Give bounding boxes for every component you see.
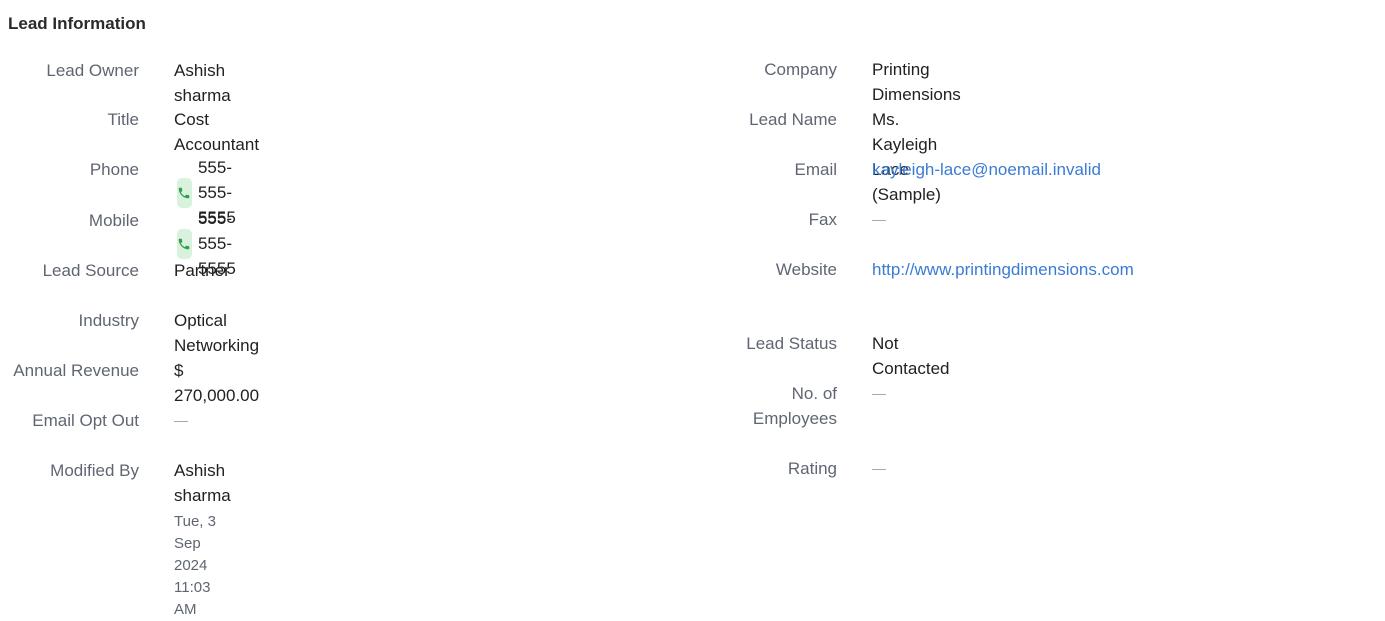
field-label: Email Opt Out (32, 411, 139, 430)
field-label: Industry (78, 311, 139, 330)
annual-revenue-value[interactable]: $ 270,000.00 (174, 358, 259, 408)
rating-value[interactable]: — (872, 456, 886, 481)
phone-icon[interactable] (177, 228, 192, 259)
field-label: Modified By (50, 461, 139, 480)
field-label: Lead Name (749, 110, 837, 129)
phone-icon[interactable] (177, 177, 192, 208)
modified-by-user: Ashish sharma (174, 461, 231, 505)
field-no-of-employees: No. of Employees — (692, 381, 886, 431)
field-industry: Industry Optical Networking (0, 308, 260, 358)
field-email: Email kayleigh-lace@noemail.invalid (692, 157, 1162, 183)
company-value[interactable]: Printing Dimensions (872, 57, 961, 107)
email-opt-out-value[interactable]: — (174, 408, 188, 433)
field-label: Phone (89, 160, 139, 179)
lead-status-value[interactable]: Not Contacted (872, 331, 950, 381)
title-value[interactable]: Cost Accountant (174, 107, 259, 157)
field-email-opt-out: Email Opt Out — (0, 408, 188, 433)
lead-source-value[interactable]: Partner (174, 258, 230, 283)
field-label: No. of Employees (752, 384, 837, 428)
field-label: Lead Source (42, 261, 139, 280)
fax-value[interactable]: — (872, 207, 886, 232)
section-title: Lead Information (8, 14, 146, 33)
field-label: Lead Status (746, 334, 837, 353)
field-lead-owner: Lead Owner Ashish sharma (0, 58, 231, 108)
field-modified-by: Modified By Ashish sharma Tue, 3 Sep 202… (0, 458, 231, 621)
modified-timestamp: Tue, 3 Sep 2024 11:03 AM (174, 513, 216, 618)
field-annual-revenue: Annual Revenue $ 270,000.00 (0, 358, 259, 408)
field-fax: Fax — (692, 207, 886, 232)
field-label: Email (794, 160, 837, 179)
no-of-employees-value[interactable]: — (872, 381, 886, 406)
modified-by-value: Ashish sharma Tue, 3 Sep 2024 11:03 AM (174, 458, 231, 621)
field-company: Company Printing Dimensions (692, 57, 961, 107)
field-label: Lead Owner (46, 61, 139, 80)
field-label: Fax (808, 210, 837, 229)
field-label: Rating (787, 459, 837, 478)
field-label: Mobile (88, 211, 139, 230)
field-lead-status: Lead Status Not Contacted (692, 331, 950, 381)
field-website: Website http://www.printingdimensions.co… (692, 257, 1160, 283)
lead-owner-value[interactable]: Ashish sharma (174, 58, 231, 108)
field-label: Company (764, 60, 837, 79)
website-link[interactable]: http://www.printingdimensions.com (872, 257, 1160, 283)
email-link[interactable]: kayleigh-lace@noemail.invalid (872, 157, 1162, 183)
field-lead-source: Lead Source Partner (0, 258, 230, 283)
field-rating: Rating — (692, 456, 886, 481)
field-label: Title (107, 110, 140, 129)
field-label: Website (775, 260, 837, 279)
industry-value[interactable]: Optical Networking (174, 308, 259, 358)
field-label: Annual Revenue (13, 361, 139, 380)
field-title: Title Cost Accountant (0, 107, 260, 157)
